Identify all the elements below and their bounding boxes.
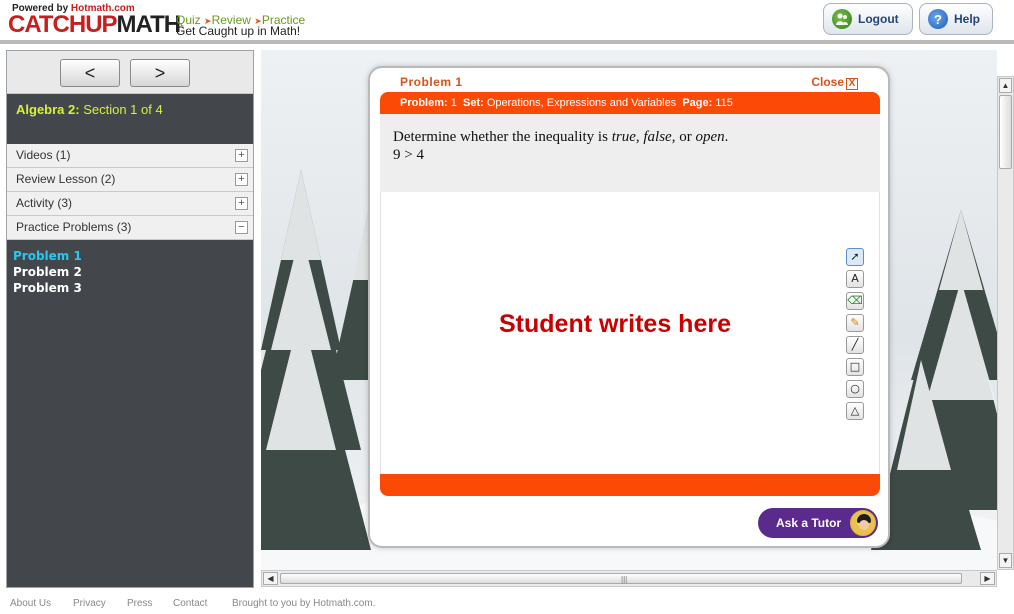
expand-icon[interactable]: +: [235, 173, 248, 186]
option-true: true: [611, 129, 636, 145]
accordion-label: Practice Problems (3): [16, 220, 132, 234]
logo-math: MATH: [116, 11, 182, 38]
logout-button[interactable]: Logout: [823, 3, 913, 35]
dialog-title: Problem 1: [400, 75, 463, 89]
problem-link-1[interactable]: Problem 1: [13, 248, 247, 264]
accordion-activity[interactable]: Activity (3) +: [7, 192, 253, 216]
scroll-down-icon[interactable]: ▼: [999, 553, 1012, 568]
logo-catchup: CATCHUP: [8, 11, 118, 38]
help-button[interactable]: ? Help: [919, 3, 993, 35]
ask-a-tutor-button[interactable]: Ask a Tutor: [758, 508, 878, 538]
help-icon: ?: [928, 9, 948, 29]
set-name: Operations, Expressions and Variables: [486, 97, 677, 109]
vertical-scroll-thumb[interactable]: [999, 95, 1012, 169]
ask-a-tutor-label: Ask a Tutor: [776, 516, 842, 530]
scroll-right-icon[interactable]: ▶: [980, 572, 995, 585]
option-open: open: [695, 129, 725, 145]
footer-credit: Brought to you by Hotmath.com.: [232, 598, 376, 609]
problem-info-bar: Problem: 1 Set: Operations, Expressions …: [380, 92, 880, 114]
sidebar-nav: < >: [7, 51, 253, 94]
help-label: Help: [954, 12, 981, 26]
catchup-math-logo: CATCHUPMATH: [8, 11, 182, 38]
whiteboard-canvas[interactable]: Student writes here ➚ A ⌫ ✎ ╱ □ ○ △: [380, 192, 880, 474]
question-prompt: Determine whether the inequality is true…: [393, 128, 867, 146]
scroll-left-icon[interactable]: ◀: [263, 572, 278, 585]
footer: About Us Privacy Press Contact Brought t…: [0, 594, 1014, 614]
footer-link-about[interactable]: About Us: [10, 598, 51, 609]
scroll-up-icon[interactable]: ▲: [999, 78, 1012, 93]
problem-link-2[interactable]: Problem 2: [13, 264, 247, 280]
next-button[interactable]: >: [130, 59, 190, 87]
prev-button[interactable]: <: [60, 59, 120, 87]
sidebar: < > Algebra 2: Section 1 of 4 Videos (1)…: [6, 50, 254, 588]
tagline: Get Caught up in Math!: [176, 24, 301, 38]
course-name: Algebra 2:: [16, 102, 80, 117]
problem-number: 1: [450, 97, 457, 109]
accordion-videos[interactable]: Videos (1) +: [7, 144, 253, 168]
footer-link-contact[interactable]: Contact: [173, 598, 207, 609]
page-key: Page:: [682, 97, 713, 109]
page-number: 115: [715, 97, 733, 109]
eraser-tool-icon[interactable]: ⌫: [846, 292, 864, 310]
accordion-review-lesson[interactable]: Review Lesson (2) +: [7, 168, 253, 192]
horizontal-scrollbar[interactable]: ◀ ||| ▶: [261, 570, 997, 587]
close-button[interactable]: Close X: [811, 75, 858, 90]
collapse-icon[interactable]: −: [235, 221, 248, 234]
close-label: Close: [811, 75, 844, 89]
section-name: Section 1 of 4: [83, 102, 163, 117]
problem-list: Problem 1 Problem 2 Problem 3: [7, 240, 253, 304]
accordion-label: Review Lesson (2): [16, 172, 116, 186]
question-sep: , or: [671, 129, 696, 145]
pencil-tool-icon[interactable]: ✎: [846, 314, 864, 332]
expand-icon[interactable]: +: [235, 149, 248, 162]
triangle-tool-icon[interactable]: △: [846, 402, 864, 420]
expand-icon[interactable]: +: [235, 197, 248, 210]
text-tool-icon[interactable]: A: [846, 270, 864, 288]
header-divider: [0, 40, 1014, 44]
problem-dialog: Problem 1 Close X Problem: 1 Set: Operati…: [368, 66, 890, 548]
option-false: false: [643, 129, 672, 145]
workspace-placeholder: Student writes here: [499, 310, 731, 338]
question-suffix: .: [724, 129, 729, 145]
circle-tool-icon[interactable]: ○: [846, 380, 864, 398]
logout-label: Logout: [858, 12, 899, 26]
users-icon: [832, 9, 852, 29]
pointer-tool-icon[interactable]: ➚: [846, 248, 864, 266]
vertical-scrollbar[interactable]: ▲ ▼: [997, 76, 1014, 570]
horizontal-scroll-thumb[interactable]: |||: [280, 573, 962, 584]
app-header: Powered by Hotmath.com CATCHUPMATH Quiz …: [0, 0, 1014, 44]
set-key: Set:: [463, 97, 484, 109]
question-expression: 9 > 4: [393, 147, 424, 163]
grip-icon: |||: [621, 575, 628, 584]
problem-key: Problem:: [400, 97, 448, 109]
problem-link-3[interactable]: Problem 3: [13, 280, 247, 296]
accordion-label: Videos (1): [16, 148, 71, 162]
accordion-practice-problems[interactable]: Practice Problems (3) −: [7, 216, 253, 240]
footer-link-press[interactable]: Press: [127, 598, 153, 609]
question-prefix: Determine whether the inequality is: [393, 129, 612, 145]
question-text: Determine whether the inequality is true…: [380, 114, 880, 192]
dialog-bottom-bar: [380, 474, 880, 496]
line-tool-icon[interactable]: ╱: [846, 336, 864, 354]
footer-link-privacy[interactable]: Privacy: [73, 598, 106, 609]
tutor-avatar-icon: [850, 510, 876, 536]
accordion-label: Activity (3): [16, 196, 73, 210]
whiteboard-toolbar: ➚ A ⌫ ✎ ╱ □ ○ △: [846, 248, 865, 424]
rectangle-tool-icon[interactable]: □: [846, 358, 864, 376]
section-title: Algebra 2: Section 1 of 4: [7, 94, 253, 144]
close-icon[interactable]: X: [846, 78, 858, 90]
